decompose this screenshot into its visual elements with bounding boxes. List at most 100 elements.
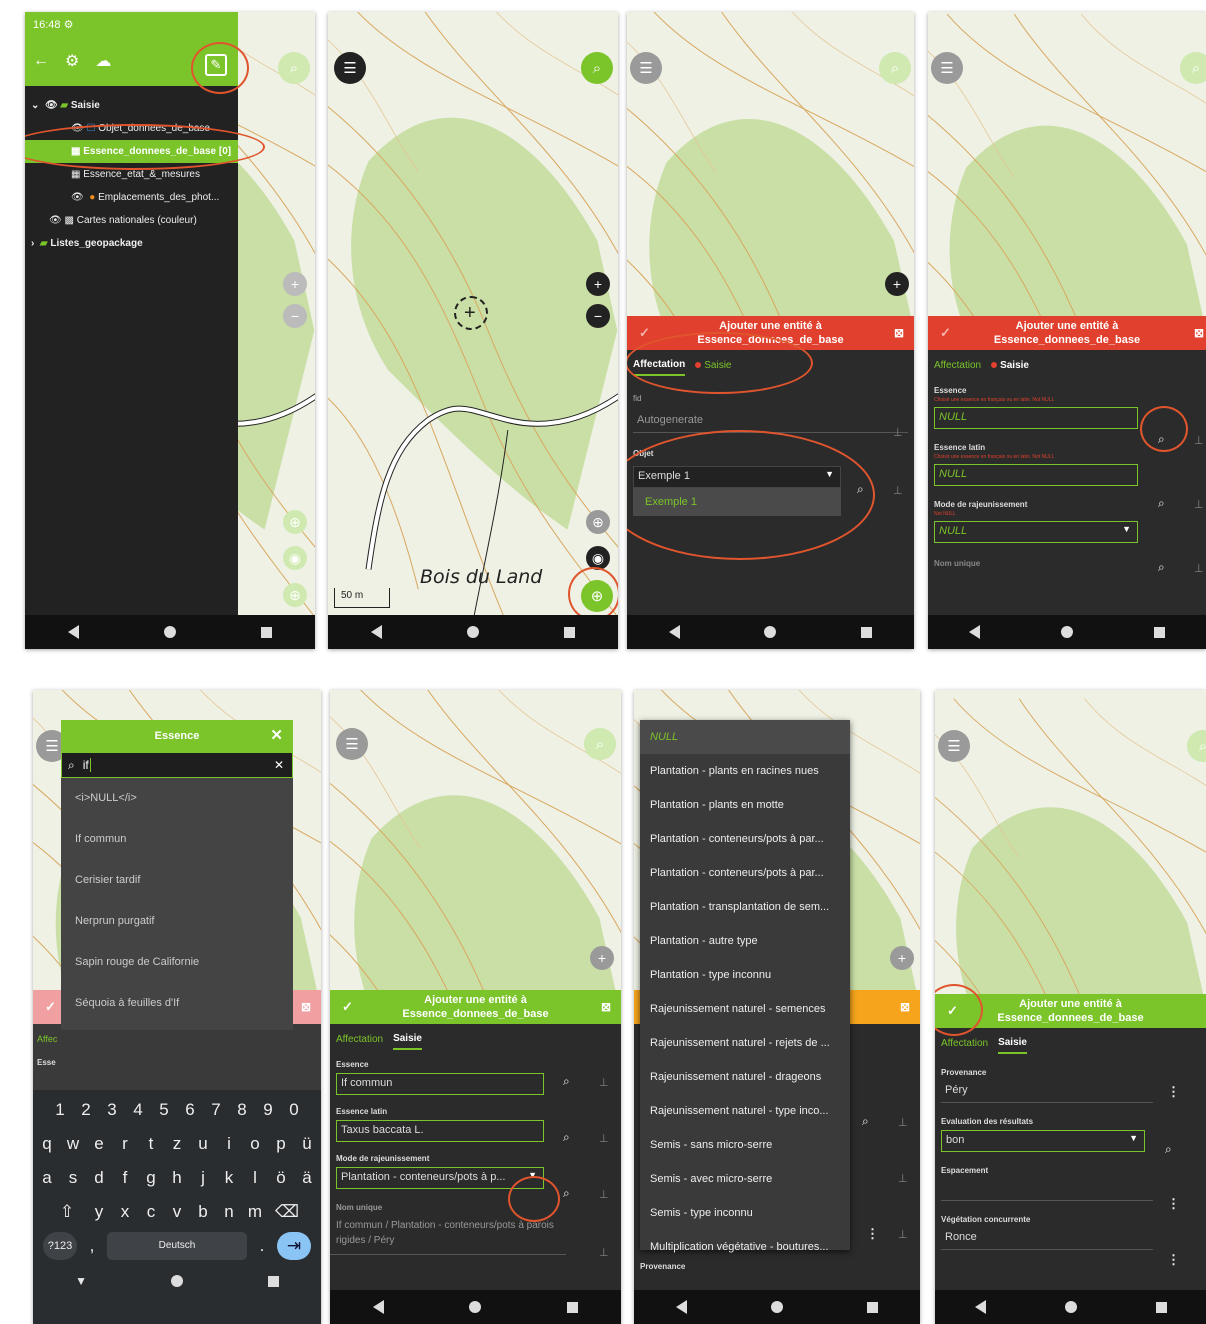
search-button[interactable]: ⌕: [581, 52, 613, 84]
close-form-icon[interactable]: ⊠: [1194, 326, 1204, 340]
pin-icon[interactable]: ⊥: [1194, 498, 1204, 511]
check-icon[interactable]: ✓: [940, 326, 951, 340]
eye-icon[interactable]: 👁: [45, 100, 60, 111]
crosshair-button[interactable]: ⊕: [283, 510, 307, 534]
key-w[interactable]: w: [62, 1130, 84, 1158]
dropdown-option[interactable]: Plantation - type inconnu: [640, 958, 850, 992]
dropdown-option[interactable]: Semis - avec micro-serre: [640, 1162, 850, 1196]
tab-saisie[interactable]: Saisie: [991, 356, 1029, 375]
recents-nav-icon[interactable]: [860, 626, 872, 638]
menu-button[interactable]: ☰: [630, 52, 662, 84]
close-icon[interactable]: ✕: [270, 726, 283, 744]
tab-saisie[interactable]: Saisie: [998, 1033, 1027, 1054]
key-b[interactable]: b: [192, 1198, 214, 1226]
home-nav-icon[interactable]: [163, 626, 176, 638]
pin-icon[interactable]: ⊥: [1194, 434, 1204, 447]
close-form-icon[interactable]: ⊠: [601, 1000, 611, 1014]
key-g[interactable]: g: [140, 1164, 162, 1192]
back-nav-icon[interactable]: [372, 1300, 384, 1314]
key-q[interactable]: q: [36, 1130, 58, 1158]
crosshair-button[interactable]: ⊕: [586, 510, 610, 534]
clear-icon[interactable]: ✕: [274, 758, 284, 772]
evaluation-dropdown[interactable]: bon ▼: [941, 1130, 1145, 1152]
back-nav-icon[interactable]: [669, 625, 681, 639]
search-button[interactable]: ⌕: [879, 52, 911, 84]
dropdown-option[interactable]: Plantation - conteneurs/pots à par...: [640, 856, 850, 890]
check-icon[interactable]: ✓: [45, 1000, 56, 1014]
layer-emplacements[interactable]: 👁 ● Emplacements_des_phot...: [25, 186, 238, 209]
dropdown-option[interactable]: Plantation - conteneurs/pots à par...: [640, 822, 850, 856]
key-7[interactable]: 7: [205, 1096, 227, 1124]
key-c[interactable]: c: [140, 1198, 162, 1226]
latin-field[interactable]: NULL: [934, 464, 1138, 486]
dropdown-option[interactable]: Rajeunissement naturel - rejets de ...: [640, 1026, 850, 1060]
check-icon[interactable]: ✓: [342, 1000, 353, 1014]
hide-keyboard-icon[interactable]: ▼: [75, 1274, 87, 1288]
back-arrow-icon[interactable]: ←: [33, 52, 49, 70]
result-item[interactable]: <i>NULL</i>: [61, 778, 293, 819]
key-m[interactable]: m: [244, 1198, 266, 1226]
home-nav-icon[interactable]: [771, 1301, 783, 1313]
recents-nav-icon[interactable]: [1155, 1301, 1167, 1313]
essence-field[interactable]: If commun: [336, 1073, 544, 1095]
result-item[interactable]: Nerprun purgatif: [61, 901, 293, 942]
result-item[interactable]: If commun: [61, 819, 293, 860]
zoom-in-button[interactable]: +: [283, 272, 307, 296]
recents-nav-icon[interactable]: [261, 626, 273, 638]
back-nav-icon[interactable]: [676, 1300, 687, 1314]
key-v[interactable]: v: [166, 1198, 188, 1226]
recents-nav-icon[interactable]: [267, 1275, 279, 1287]
tab-affectation[interactable]: Affectation: [336, 1030, 383, 1049]
home-nav-icon[interactable]: [1060, 626, 1073, 638]
key-ö[interactable]: ö: [270, 1164, 292, 1192]
search-button[interactable]: ⌕: [278, 52, 310, 84]
key-n[interactable]: n: [218, 1198, 240, 1226]
key-z[interactable]: z: [166, 1130, 188, 1158]
key-p[interactable]: p: [270, 1130, 292, 1158]
add-feature-button[interactable]: ⊕: [283, 583, 307, 607]
layer-group-saisie[interactable]: ⌄ 👁 ▰ Saisie: [25, 94, 238, 117]
recents-nav-icon[interactable]: [1154, 626, 1166, 638]
shift-key[interactable]: ⇧: [50, 1198, 84, 1226]
key-e[interactable]: e: [88, 1130, 110, 1158]
pin-icon[interactable]: ⊥: [898, 1116, 908, 1129]
vegetation-field[interactable]: Ronce: [941, 1228, 1153, 1250]
gear-icon[interactable]: ⚙: [65, 51, 79, 71]
key-0[interactable]: 0: [283, 1096, 305, 1124]
close-form-icon[interactable]: ⊠: [301, 1000, 311, 1014]
key-y[interactable]: y: [88, 1198, 110, 1226]
home-nav-icon[interactable]: [1064, 1301, 1077, 1313]
pin-icon[interactable]: ⊥: [599, 1076, 609, 1089]
close-form-icon[interactable]: ⊠: [894, 326, 904, 340]
layer-cartes[interactable]: 👁 ▩ Cartes nationales (couleur): [25, 209, 238, 232]
key-j[interactable]: j: [192, 1164, 214, 1192]
search-input[interactable]: ⌕ if ✕: [61, 752, 293, 778]
search-button[interactable]: ⌕: [1180, 52, 1206, 84]
key-3[interactable]: 3: [101, 1096, 123, 1124]
pin-icon[interactable]: ⊥: [599, 1246, 609, 1259]
home-nav-icon[interactable]: [171, 1275, 184, 1287]
key-4[interactable]: 4: [127, 1096, 149, 1124]
dropdown-option[interactable]: NULL: [640, 720, 850, 754]
recents-nav-icon[interactable]: [867, 1301, 878, 1313]
menu-button[interactable]: ☰: [931, 52, 963, 84]
pin-icon[interactable]: ⊥: [1194, 562, 1204, 575]
search-icon[interactable]: ⌕: [1165, 1142, 1172, 1157]
search-button[interactable]: ⌕: [584, 728, 616, 760]
pin-icon[interactable]: ⊥: [893, 426, 903, 439]
eye-icon[interactable]: 👁: [49, 215, 64, 226]
comma-key[interactable]: ,: [81, 1232, 103, 1260]
check-icon[interactable]: ✓: [639, 326, 650, 340]
gps-button[interactable]: ◉: [283, 546, 307, 570]
zoom-in-button[interactable]: +: [590, 946, 614, 970]
backspace-key[interactable]: ⌫: [270, 1198, 304, 1226]
dropdown-option[interactable]: Rajeunissement naturel - semences: [640, 992, 850, 1026]
dropdown-option[interactable]: Semis - sans micro-serre: [640, 1128, 850, 1162]
dropdown-option[interactable]: Rajeunissement naturel - type inco...: [640, 1094, 850, 1128]
pin-icon[interactable]: ⊥: [599, 1188, 609, 1201]
recents-nav-icon[interactable]: [564, 626, 576, 638]
home-nav-icon[interactable]: [764, 626, 777, 638]
layer-group-listes[interactable]: › ▰ Listes_geopackage: [25, 232, 238, 255]
menu-button[interactable]: ☰: [334, 52, 366, 84]
key-6[interactable]: 6: [179, 1096, 201, 1124]
